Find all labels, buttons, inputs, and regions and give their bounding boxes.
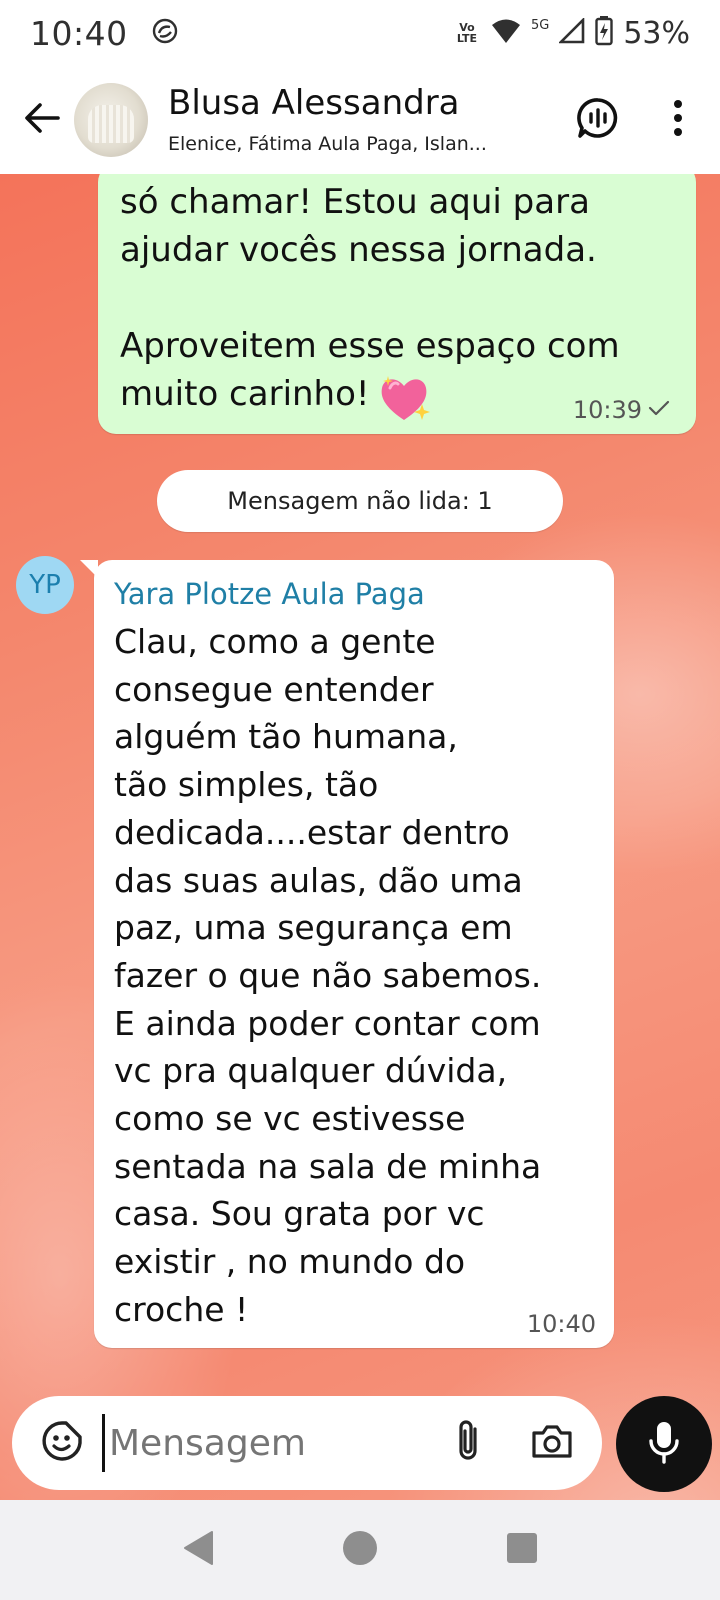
nav-home-button[interactable] [338, 1528, 382, 1572]
group-title: Blusa Alessandra [168, 83, 460, 123]
status-right: Vo LTE 5G 53% [453, 16, 690, 51]
unread-messages-divider: Mensagem não lida: 1 [157, 470, 563, 532]
group-participants: Elenice, Fátima Aula Paga, Islan... [168, 133, 487, 155]
voice-message-button[interactable] [616, 1396, 712, 1492]
chat-header: Blusa Alessandra Elenice, Fátima Aula Pa… [0, 66, 720, 174]
circle-home-icon [342, 1530, 378, 1570]
more-options-button[interactable] [650, 92, 706, 148]
composer [12, 1396, 602, 1490]
paperclip-icon [453, 1419, 483, 1467]
more-vertical-icon [672, 99, 684, 141]
sticker-button[interactable] [34, 1415, 90, 1471]
incoming-message[interactable]: Yara Plotze Aula Paga Clau, como a gente… [80, 560, 614, 1348]
incoming-message-time: 10:40 [526, 1310, 596, 1338]
status-bar: 10:40 Vo LTE 5G 53% [0, 0, 720, 66]
camera-icon [530, 1421, 574, 1465]
sender-name[interactable]: Yara Plotze Aula Paga [114, 574, 594, 614]
triangle-back-icon [182, 1530, 214, 1570]
battery-percent: 53% [623, 15, 690, 51]
nav-back-button[interactable] [176, 1528, 220, 1572]
attach-button[interactable] [440, 1415, 496, 1471]
status-time: 10:40 [30, 13, 128, 53]
sparkling-heart-emoji [378, 374, 432, 428]
sync-icon [150, 16, 180, 50]
square-recents-icon [506, 1532, 538, 1568]
incoming-message-meta: 10:40 [527, 1310, 596, 1338]
nav-recents-button[interactable] [500, 1528, 544, 1572]
group-avatar[interactable] [74, 83, 148, 157]
group-info[interactable]: Blusa Alessandra Elenice, Fátima Aula Pa… [168, 82, 570, 158]
sticker-icon [40, 1419, 84, 1467]
volte-indicator: Vo LTE [456, 21, 478, 45]
sender-avatar[interactable]: YP [16, 556, 74, 614]
network-type: 5G [530, 17, 550, 33]
voice-chat-icon [576, 96, 620, 144]
back-button[interactable] [12, 90, 72, 150]
status-left: 10:40 [30, 14, 180, 53]
outgoing-message[interactable]: só chamar! Estou aqui para ajudar vocês … [98, 174, 696, 434]
camera-button[interactable] [524, 1415, 580, 1471]
check-icon [648, 399, 670, 421]
battery-icon [595, 16, 614, 50]
wifi-icon [491, 18, 521, 48]
microphone-icon [646, 1419, 682, 1469]
arrow-left-icon [22, 100, 62, 140]
incoming-message-text: Clau, como a gente consegue entender alg… [114, 622, 542, 1329]
navigation-bar [0, 1500, 720, 1600]
outgoing-message-text: só chamar! Estou aqui para ajudar vocês … [120, 182, 620, 414]
outgoing-message-meta: 10:39 [573, 396, 670, 424]
signal-icon [558, 16, 585, 48]
voice-chat-button[interactable] [570, 92, 626, 148]
outgoing-message-time: 10:39 [572, 396, 642, 424]
chat-area[interactable]: só chamar! Estou aqui para ajudar vocês … [0, 174, 720, 1500]
message-input[interactable] [102, 1414, 422, 1472]
